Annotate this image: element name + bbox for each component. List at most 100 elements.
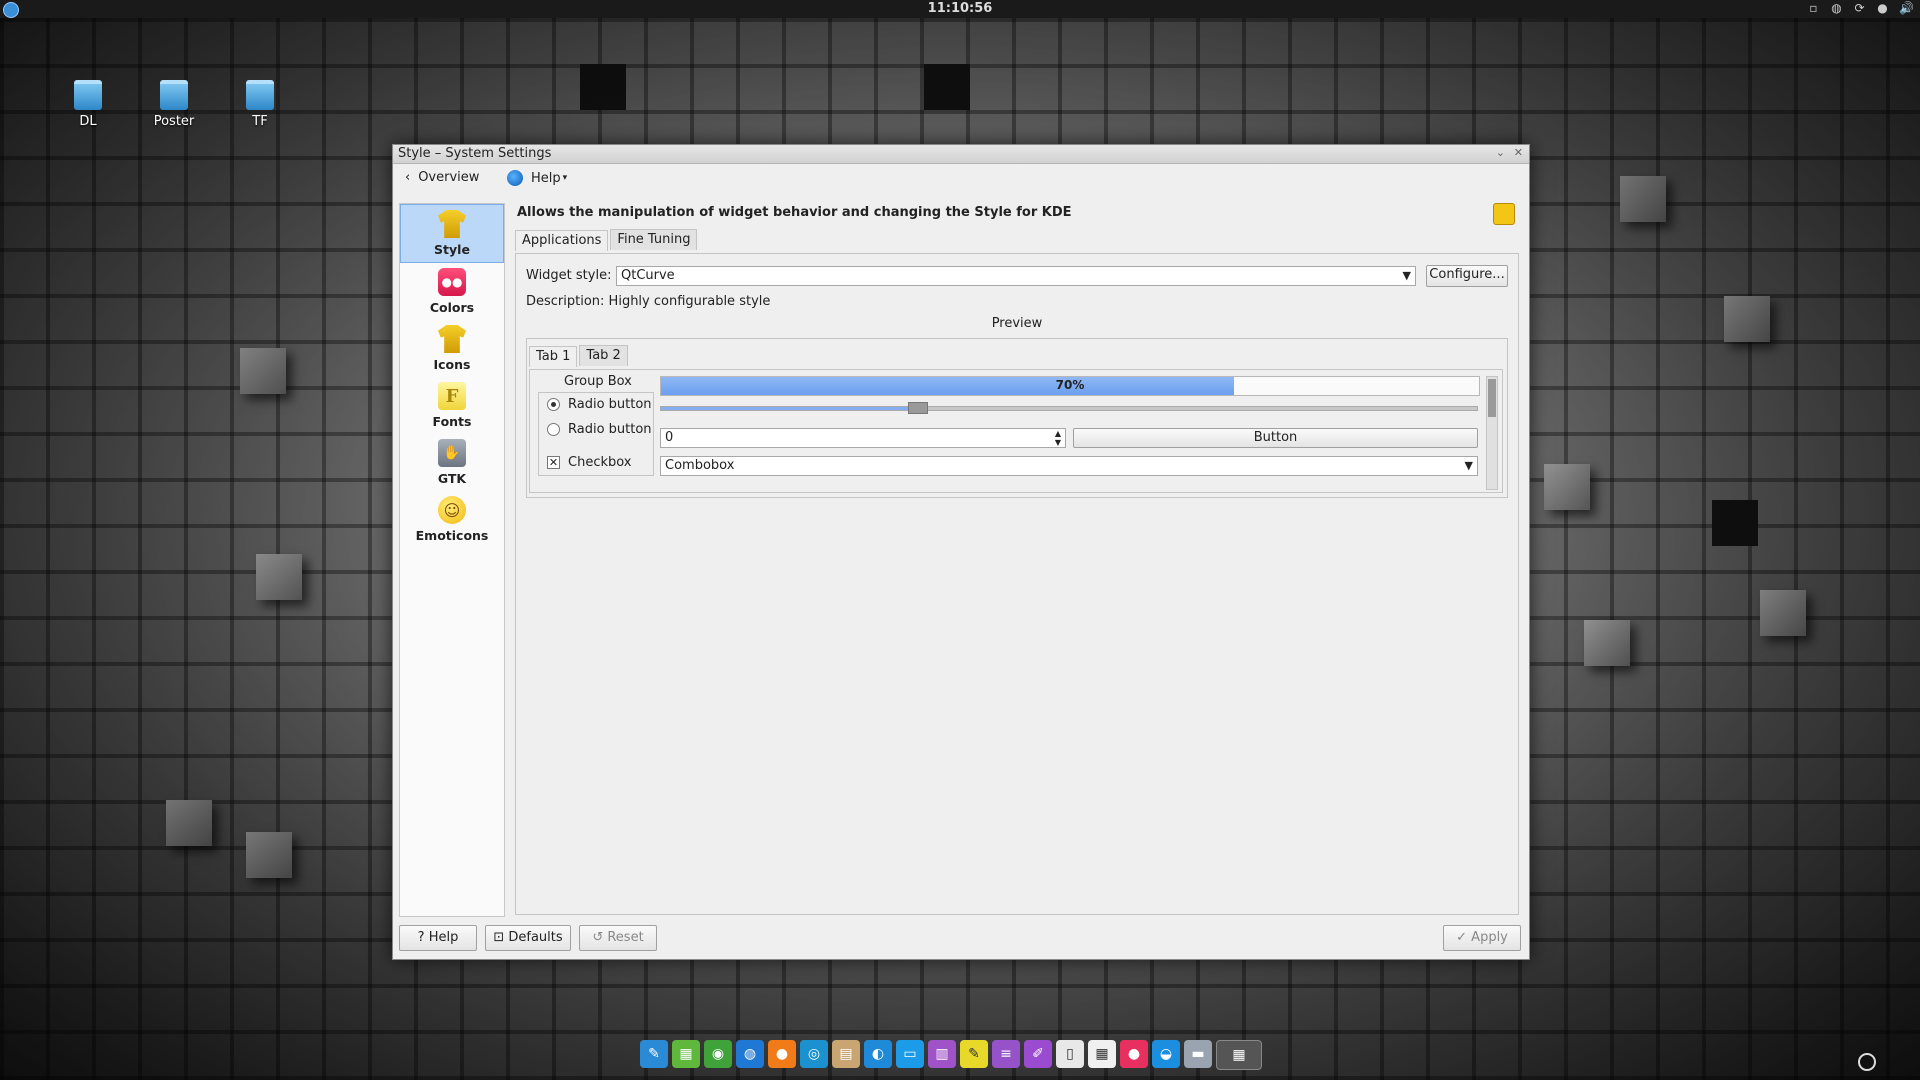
- clock[interactable]: 11:10:56: [0, 0, 1920, 18]
- wallpaper-cube: [1620, 176, 1666, 222]
- window-title: Style – System Settings: [398, 146, 552, 161]
- sidebar-item-colors[interactable]: ●● Colors: [400, 263, 504, 320]
- system-tray: ▫ ◍ ⟳ ● 🔊: [1807, 2, 1914, 15]
- configure-button[interactable]: Configure...: [1426, 265, 1508, 287]
- sidebar-item-label: Icons: [433, 357, 471, 372]
- sidebar: Style ●● Colors Icons F Fonts ✋ GTK ☺ Em…: [399, 203, 505, 917]
- firefox-icon[interactable]: ●: [768, 1040, 796, 1068]
- wallpaper-cube: [580, 64, 626, 110]
- sidebar-item-emoticons[interactable]: ☺ Emoticons: [400, 491, 504, 548]
- wallpaper-cube: [240, 348, 286, 394]
- desktop-icon-poster[interactable]: Poster: [139, 80, 209, 129]
- sidebar-item-icons[interactable]: Icons: [400, 320, 504, 377]
- checkbox[interactable]: ✕ Checkbox: [547, 455, 632, 470]
- scrollbar-thumb[interactable]: [1488, 379, 1496, 417]
- update-icon[interactable]: ⟳: [1853, 2, 1866, 15]
- chevron-down-icon: ▼: [1402, 269, 1411, 282]
- help-button-label: Help: [428, 930, 459, 945]
- shirt-icon: [438, 325, 466, 353]
- calculator-icon[interactable]: ▦: [1088, 1040, 1116, 1068]
- editor-icon[interactable]: ✎: [640, 1040, 668, 1068]
- wallpaper-cube: [1760, 590, 1806, 636]
- spin-arrows-icon[interactable]: ▲ ▼: [1055, 429, 1061, 447]
- checkbox-label: Checkbox: [568, 455, 632, 470]
- wallpaper-cube: [246, 832, 292, 878]
- preview-frame: Tab 1 Tab 2 Group Box Radio button Radio…: [526, 338, 1508, 498]
- overview-label: Overview: [418, 170, 480, 185]
- shirt-icon: [438, 210, 466, 238]
- network-app-icon[interactable]: ◒: [1152, 1040, 1180, 1068]
- widget-style-value: QtCurve: [621, 268, 675, 283]
- database-icon[interactable]: ≡: [992, 1040, 1020, 1068]
- desktop-icon-tf[interactable]: TF: [225, 80, 295, 129]
- browser-icon[interactable]: ◍: [736, 1040, 764, 1068]
- overview-button[interactable]: ‹ Overview: [405, 170, 479, 185]
- chat-icon[interactable]: ◐: [864, 1040, 892, 1068]
- chromium-icon[interactable]: ◉: [704, 1040, 732, 1068]
- module-tabs: Applications Fine Tuning: [515, 229, 699, 251]
- sidebar-item-fonts[interactable]: F Fonts: [400, 377, 504, 434]
- notes-icon[interactable]: ▭: [896, 1040, 924, 1068]
- defaults-button[interactable]: ⊡ Defaults: [485, 925, 571, 951]
- help-menu-button[interactable]: Help ▾: [507, 170, 567, 186]
- combobox[interactable]: Combobox ▼: [660, 456, 1478, 476]
- tab-applications[interactable]: Applications: [515, 230, 609, 251]
- wallpaper-cube: [1544, 464, 1590, 510]
- reset-button[interactable]: ↺ Reset: [579, 925, 657, 951]
- reset-button-label: Reset: [607, 930, 644, 945]
- spin-box[interactable]: 0 ▲ ▼: [660, 428, 1066, 448]
- help-icon: [507, 170, 523, 186]
- widget-style-dropdown[interactable]: QtCurve ▼: [616, 266, 1416, 286]
- desktop-icon-dl[interactable]: DL: [53, 80, 123, 129]
- tab-preview-1[interactable]: Tab 1: [529, 346, 578, 367]
- folder-icon: [74, 80, 102, 110]
- folder-icon: [246, 80, 274, 110]
- minimize-icon[interactable]: ⌄: [1496, 146, 1505, 159]
- terminal-icon[interactable]: ▯: [1056, 1040, 1084, 1068]
- clipboard-icon[interactable]: ▫: [1807, 2, 1820, 15]
- slider-handle[interactable]: [908, 402, 928, 414]
- chevron-down-icon: ▼: [1464, 459, 1473, 472]
- tab-preview-2[interactable]: Tab 2: [579, 345, 628, 366]
- apply-button[interactable]: ✓ Apply: [1443, 925, 1521, 951]
- pager-icon[interactable]: ▦: [1216, 1040, 1262, 1070]
- vertical-scrollbar[interactable]: [1486, 376, 1498, 490]
- preview-button[interactable]: Button: [1073, 428, 1478, 448]
- media-icon[interactable]: ▥: [928, 1040, 956, 1068]
- chat-icon[interactable]: ●: [1876, 2, 1889, 15]
- radio-button-2[interactable]: Radio button: [547, 422, 652, 437]
- file-manager-icon[interactable]: ▤: [832, 1040, 860, 1068]
- volume-icon[interactable]: 🔊: [1899, 2, 1914, 15]
- sticky-note-icon[interactable]: ✎: [960, 1040, 988, 1068]
- target-icon[interactable]: ◎: [800, 1040, 828, 1068]
- toolbar: ‹ Overview Help ▾: [393, 164, 1529, 194]
- wallpaper-cube: [256, 554, 302, 600]
- drawing-icon[interactable]: ✐: [1024, 1040, 1052, 1068]
- module-description: Allows the manipulation of widget behavi…: [517, 205, 1072, 220]
- radio-label: Radio button: [568, 397, 652, 412]
- radio-button-1[interactable]: Radio button: [547, 397, 652, 412]
- wallpaper-cube: [1712, 500, 1758, 546]
- sidebar-item-style[interactable]: Style: [400, 204, 504, 263]
- sidebar-item-label: Fonts: [432, 414, 472, 429]
- close-icon[interactable]: ✕: [1514, 146, 1523, 159]
- apply-check-icon: ✓: [1456, 930, 1468, 945]
- desktop-icon-label: Poster: [153, 114, 195, 129]
- style-description: Description: Highly configurable style: [526, 294, 771, 309]
- settings-app-icon[interactable]: ▬: [1184, 1040, 1212, 1068]
- sidebar-item-label: Style: [434, 242, 470, 257]
- shirt-icon: [1493, 203, 1515, 225]
- tab-fine-tuning[interactable]: Fine Tuning: [610, 229, 698, 250]
- network-icon[interactable]: ◍: [1830, 2, 1843, 15]
- reset-icon: ↺: [592, 930, 604, 945]
- window-titlebar[interactable]: Style – System Settings ⌄ ✕: [393, 145, 1529, 164]
- help-button[interactable]: ? Help: [399, 925, 477, 951]
- back-arrow-icon: ‹: [405, 170, 411, 185]
- sidebar-item-gtk[interactable]: ✋ GTK: [400, 434, 504, 491]
- applications-panel: Widget style: QtCurve ▼ Configure... Des…: [515, 253, 1519, 915]
- desktop-icon-label: TF: [252, 114, 268, 129]
- colors-app-icon[interactable]: ●: [1120, 1040, 1148, 1068]
- add-widget-icon[interactable]: [1858, 1053, 1876, 1071]
- spreadsheet-icon[interactable]: ▦: [672, 1040, 700, 1068]
- sidebar-item-label: GTK: [437, 471, 467, 486]
